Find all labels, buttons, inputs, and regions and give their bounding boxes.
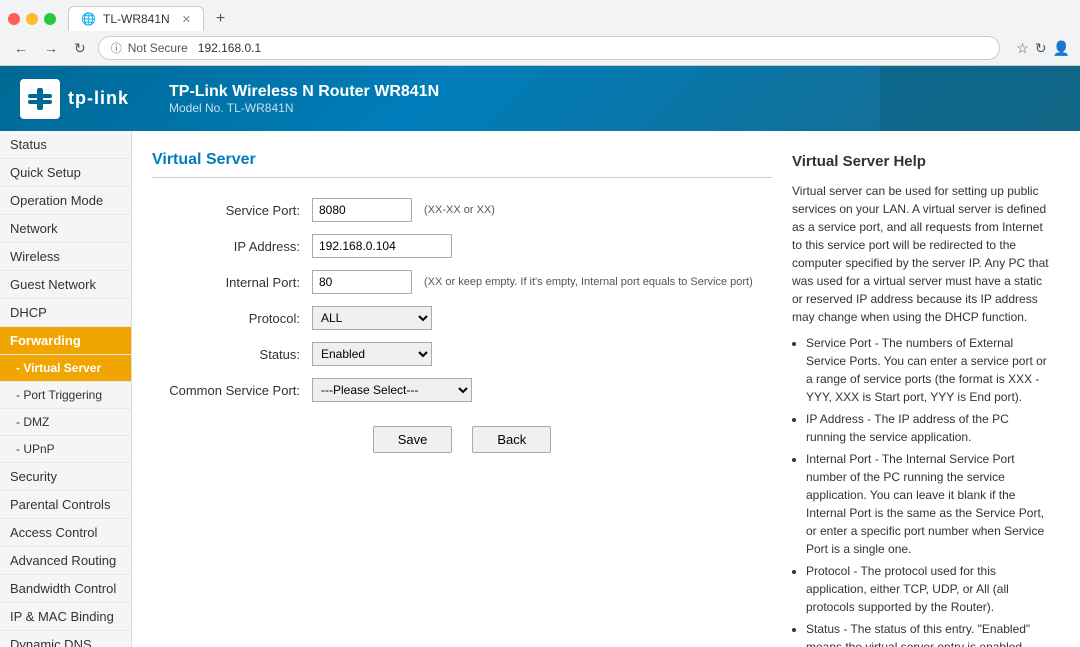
help-list: Service Port - The numbers of External S… [792, 334, 1052, 647]
address-actions: ☆ ↻ 👤 [1016, 40, 1070, 57]
common-service-port-field: ---Please Select--- [312, 378, 472, 402]
router-title: TP-Link Wireless N Router WR841N Model N… [169, 83, 439, 115]
tab-close-button[interactable]: ✕ [182, 13, 191, 26]
address-text: 192.168.0.1 [198, 41, 261, 55]
back-button[interactable]: ← [10, 38, 32, 58]
maximize-traffic-light[interactable] [44, 13, 56, 25]
content-area: StatusQuick SetupOperation ModeNetworkWi… [0, 131, 1080, 647]
service-port-field: (XX-XX or XX) [312, 198, 495, 222]
sidebar-item-operation-mode[interactable]: Operation Mode [0, 187, 131, 215]
sidebar-item-parental-controls[interactable]: Parental Controls [0, 491, 131, 519]
help-section: Virtual Server Help Virtual server can b… [792, 151, 1052, 627]
status-field: Enabled Disabled [312, 342, 432, 366]
sidebar-item-network[interactable]: Network [0, 215, 131, 243]
ip-address-input[interactable] [312, 234, 452, 258]
sidebar-item-dhcp[interactable]: DHCP [0, 299, 131, 327]
sidebar-item-access-control[interactable]: Access Control [0, 519, 131, 547]
page-title: Virtual Server [152, 151, 772, 178]
sidebar-item-bandwidth-control[interactable]: Bandwidth Control [0, 575, 131, 603]
protocol-field: ALL TCP UDP TCP/UDP [312, 306, 432, 330]
common-service-port-label: Common Service Port: [152, 383, 312, 398]
sidebar-item-dynamic-dns[interactable]: Dynamic DNS [0, 631, 131, 647]
internal-port-field: (XX or keep empty. If it's empty, Intern… [312, 270, 753, 294]
internal-port-row: Internal Port: (XX or keep empty. If it'… [152, 270, 772, 294]
secure-icon: ⓘ [111, 40, 122, 56]
close-traffic-light[interactable] [8, 13, 20, 25]
tab-bar: 🌐 TL-WR841N ✕ + [0, 0, 1080, 31]
internal-port-label: Internal Port: [152, 275, 312, 290]
service-port-hint: (XX-XX or XX) [424, 204, 495, 216]
help-bullet: Protocol - The protocol used for this ap… [806, 562, 1052, 616]
ip-address-row: IP Address: [152, 234, 772, 258]
help-intro: Virtual server can be used for setting u… [792, 182, 1052, 326]
refresh-icon-btn[interactable]: ↻ [1035, 40, 1047, 57]
help-title: Virtual Server Help [792, 151, 1052, 174]
address-bar[interactable]: ⓘ Not Secure 192.168.0.1 [98, 36, 1001, 60]
profile-button[interactable]: 👤 [1053, 40, 1070, 57]
router-header: tp-link TP-Link Wireless N Router WR841N… [0, 66, 1080, 131]
tab-title: TL-WR841N [103, 12, 170, 26]
internal-port-input[interactable] [312, 270, 412, 294]
protocol-row: Protocol: ALL TCP UDP TCP/UDP [152, 306, 772, 330]
router-body: tp-link TP-Link Wireless N Router WR841N… [0, 66, 1080, 647]
help-bullet: IP Address - The IP address of the PC ru… [806, 410, 1052, 446]
back-form-button[interactable]: Back [472, 426, 551, 453]
sidebar-item-virtual-server[interactable]: - Virtual Server [0, 355, 131, 382]
button-row: Save Back [152, 426, 772, 453]
star-button[interactable]: ☆ [1016, 40, 1029, 57]
tp-link-logo: tp-link [20, 79, 129, 119]
traffic-lights [8, 13, 56, 25]
help-bullet: Service Port - The numbers of External S… [806, 334, 1052, 406]
browser-chrome: 🌐 TL-WR841N ✕ + ← → ↻ ⓘ Not Secure 192.1… [0, 0, 1080, 66]
internal-port-hint: (XX or keep empty. If it's empty, Intern… [424, 276, 753, 288]
logo-icon [20, 79, 60, 119]
sidebar-item-guest-network[interactable]: Guest Network [0, 271, 131, 299]
router-model-title: TP-Link Wireless N Router WR841N [169, 83, 439, 101]
brand-label: tp-link [68, 88, 129, 109]
sidebar-item-security[interactable]: Security [0, 463, 131, 491]
sidebar-item-forwarding[interactable]: Forwarding [0, 327, 131, 355]
save-button[interactable]: Save [373, 426, 453, 453]
router-model-number: Model No. TL-WR841N [169, 101, 439, 115]
sidebar-item-upnp[interactable]: - UPnP [0, 436, 131, 463]
minimize-traffic-light[interactable] [26, 13, 38, 25]
ip-address-label: IP Address: [152, 239, 312, 254]
protocol-label: Protocol: [152, 311, 312, 326]
tab-favicon: 🌐 [81, 12, 95, 26]
sidebar-item-wireless[interactable]: Wireless [0, 243, 131, 271]
new-tab-button[interactable]: + [208, 10, 233, 28]
status-label: Status: [152, 347, 312, 362]
status-row: Status: Enabled Disabled [152, 342, 772, 366]
service-port-input[interactable] [312, 198, 412, 222]
sidebar-item-dmz[interactable]: - DMZ [0, 409, 131, 436]
sidebar-item-ip-mac-binding[interactable]: IP & MAC Binding [0, 603, 131, 631]
sidebar-item-status[interactable]: Status [0, 131, 131, 159]
sidebar-item-port-triggering[interactable]: - Port Triggering [0, 382, 131, 409]
reload-button[interactable]: ↻ [70, 38, 90, 59]
ip-address-field [312, 234, 452, 258]
sidebar-item-advanced-routing[interactable]: Advanced Routing [0, 547, 131, 575]
common-service-port-row: Common Service Port: ---Please Select--- [152, 378, 772, 402]
forward-button[interactable]: → [40, 38, 62, 58]
address-bar-row: ← → ↻ ⓘ Not Secure 192.168.0.1 ☆ ↻ 👤 [0, 31, 1080, 65]
help-bullet: Internal Port - The Internal Service Por… [806, 450, 1052, 558]
main-content: Virtual Server Service Port: (XX-XX or X… [132, 131, 1080, 647]
sidebar-item-quick-setup[interactable]: Quick Setup [0, 159, 131, 187]
common-service-port-select[interactable]: ---Please Select--- [312, 378, 472, 402]
status-select[interactable]: Enabled Disabled [312, 342, 432, 366]
service-port-row: Service Port: (XX-XX or XX) [152, 198, 772, 222]
active-tab[interactable]: 🌐 TL-WR841N ✕ [68, 6, 204, 31]
secure-label: Not Secure [128, 41, 188, 55]
protocol-select[interactable]: ALL TCP UDP TCP/UDP [312, 306, 432, 330]
form-section: Virtual Server Service Port: (XX-XX or X… [152, 151, 772, 627]
sidebar: StatusQuick SetupOperation ModeNetworkWi… [0, 131, 132, 647]
service-port-label: Service Port: [152, 203, 312, 218]
